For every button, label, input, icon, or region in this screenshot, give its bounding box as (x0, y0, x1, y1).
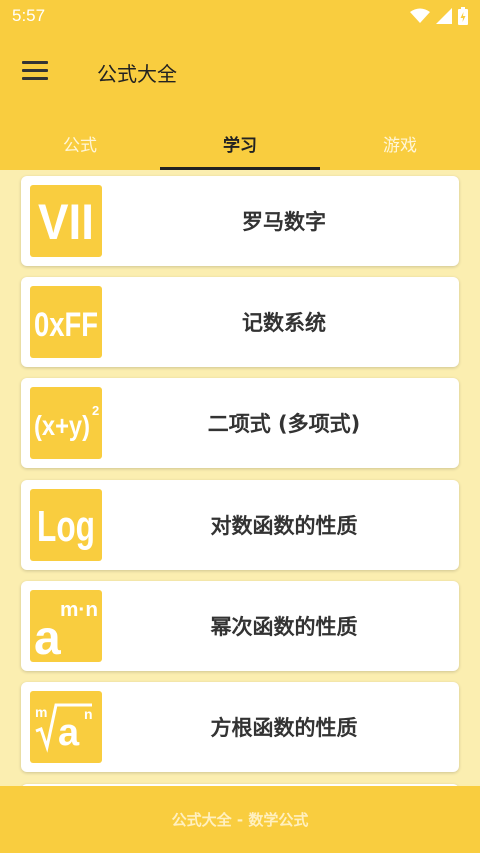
tab-label: 学习 (223, 135, 257, 156)
list-item-number-systems[interactable]: 0xFF 记数系统 (21, 277, 459, 367)
icon-text: Log (37, 502, 95, 551)
tab-label: 公式 (63, 135, 97, 156)
wifi-icon (410, 8, 430, 23)
list-item-binomial[interactable]: (x+y) 2 二项式 (多项式) (21, 378, 459, 468)
tab-label: 游戏 (383, 135, 417, 156)
icon-text: a (34, 612, 61, 662)
tab-bar: 公式 学习 游戏 (0, 116, 480, 170)
card-title: 罗马数字 (242, 210, 326, 234)
signal-icon (436, 8, 452, 24)
card-title: 二项式 (多项式) (207, 412, 361, 436)
menu-icon (22, 60, 48, 64)
list-item-root[interactable]: m a n 方根函数的性质 (21, 682, 459, 772)
card-title: 对数函数的性质 (210, 514, 358, 538)
icon-text: 0xFF (34, 306, 98, 344)
menu-icon-bar (22, 76, 48, 80)
tab-formulas[interactable]: 公式 (0, 116, 160, 170)
icon-text: a (58, 712, 80, 754)
battery-icon (458, 7, 468, 25)
list-item-roman-numerals[interactable]: VII 罗马数字 (21, 176, 459, 266)
icon-superscript: n (84, 706, 93, 722)
status-bar: 5:57 (0, 0, 480, 32)
status-time: 5:57 (12, 6, 46, 25)
power-icon: a m·n (30, 590, 102, 662)
menu-button[interactable] (22, 54, 54, 86)
app-title: 公式大全 (97, 62, 177, 86)
icon-prescript: m (35, 704, 47, 720)
icon-superscript: 2 (92, 403, 99, 418)
icon-text: (x+y) (34, 410, 90, 441)
icon-text: VII (38, 194, 94, 250)
card-title: 方根函数的性质 (210, 716, 358, 740)
list-item-logarithm[interactable]: Log 对数函数的性质 (21, 480, 459, 570)
footer-text: 公式大全 - 数学公式 (171, 811, 309, 829)
log-icon: Log (30, 489, 102, 561)
binomial-icon: (x+y) 2 (30, 387, 102, 459)
topic-list[interactable]: VII 罗马数字 0xFF 记数系统 (x+y) 2 二项式 (多项式) Log… (0, 170, 480, 786)
card-title: 幂次函数的性质 (210, 615, 358, 639)
tab-games[interactable]: 游戏 (320, 116, 480, 170)
root-icon: m a n (30, 691, 102, 763)
card-title: 记数系统 (242, 311, 326, 335)
list-item-power[interactable]: a m·n 幂次函数的性质 (21, 581, 459, 671)
footer-banner: 公式大全 - 数学公式 (0, 786, 480, 853)
tab-learn[interactable]: 学习 (160, 116, 320, 170)
status-icons (410, 7, 468, 25)
app-bar: 公式大全 公式 学习 游戏 (0, 32, 480, 170)
hex-icon: 0xFF (30, 286, 102, 358)
menu-icon-bar (22, 68, 48, 72)
icon-superscript: m·n (60, 599, 98, 621)
roman-numeral-icon: VII (30, 185, 102, 257)
